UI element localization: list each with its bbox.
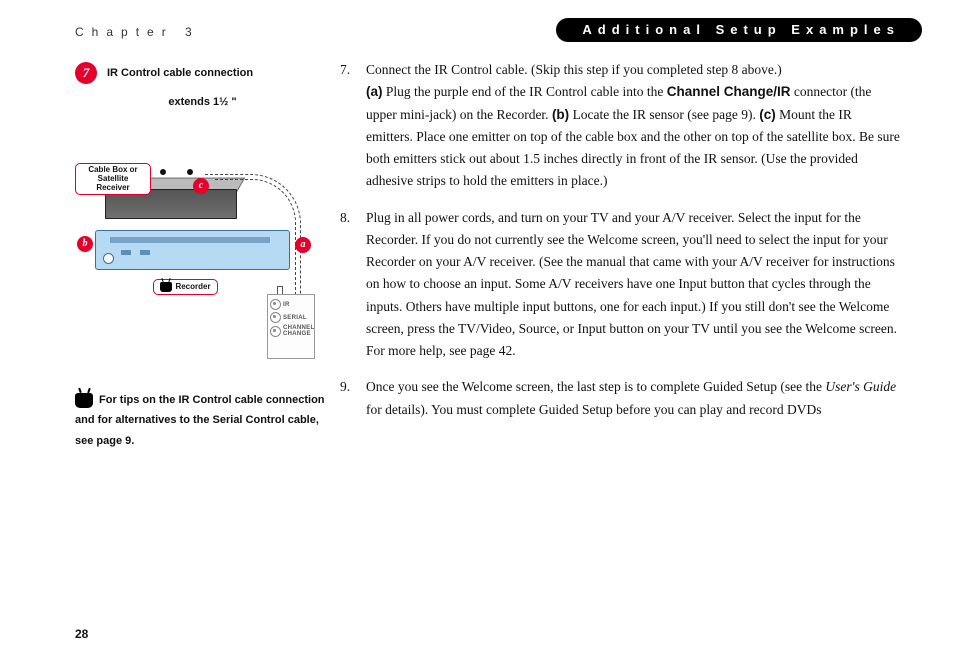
jack-icon — [270, 299, 281, 310]
recorder-button-icon — [121, 250, 131, 255]
wiring-diagram: IR SERIAL CHANNEL CHANGE Cable Box or Sa… — [75, 114, 330, 374]
port-panel: IR SERIAL CHANNEL CHANGE — [267, 294, 315, 359]
step-7: 7. Connect the IR Control cable. (Skip t… — [340, 59, 900, 193]
sub-c-label: (c) — [759, 107, 776, 122]
callout-recorder: Recorder — [153, 279, 218, 295]
step-number: 9. — [340, 376, 350, 398]
marker-b: b — [77, 236, 93, 252]
figure-title-row: 7 IR Control cable connection — [75, 62, 330, 84]
jack-icon — [270, 326, 281, 337]
chapter-label: Chapter 3 — [75, 25, 200, 39]
callout-cable-box: Cable Box or Satellite Receiver — [75, 163, 151, 195]
sidebar-figure: 7 IR Control cable connection extends 1½… — [75, 62, 330, 374]
step-number: 8. — [340, 207, 350, 229]
step-8: 8. Plug in all power cords, and turn on … — [340, 207, 900, 363]
step-7-lead: Connect the IR Control cable. (Skip this… — [366, 62, 782, 77]
tip-text: For tips on the IR Control cable connect… — [75, 394, 325, 447]
port-label-ir: IR — [283, 302, 290, 308]
step-9-pre: Once you see the Welcome screen, the las… — [366, 379, 825, 394]
step-8-text: Plug in all power cords, and turn on you… — [366, 210, 897, 359]
sub-b-label: (b) — [552, 107, 569, 122]
figure-extends-label: extends 1½ " — [75, 96, 330, 108]
ir-emitter-icon — [187, 169, 193, 175]
recorder-button-icon — [140, 250, 150, 255]
step-9-post: for details). You must complete Guided S… — [366, 402, 822, 417]
page-header: Chapter 3 Additional Setup Examples — [75, 22, 922, 48]
connector-name: Channel Change/IR — [667, 84, 791, 99]
jack-icon — [270, 312, 281, 323]
sub-a-pre: Plug the purple end of the IR Control ca… — [383, 84, 667, 99]
port-label-channel-change: CHANNEL CHANGE — [283, 325, 314, 337]
page: Chapter 3 Additional Setup Examples 7 IR… — [0, 0, 954, 663]
sub-a-label: (a) — [366, 84, 383, 99]
ir-emitter-icon — [160, 169, 166, 175]
step-9: 9. Once you see the Welcome screen, the … — [340, 376, 900, 421]
section-banner: Additional Setup Examples — [556, 18, 922, 42]
tivo-icon — [160, 282, 172, 292]
recorder-button-icon — [103, 253, 114, 264]
sidebar-tip: For tips on the IR Control cable connect… — [75, 390, 335, 451]
sub-b-text: Locate the IR sensor (see page 9). — [569, 107, 759, 122]
figure-title: IR Control cable connection — [107, 67, 253, 79]
page-number: 28 — [75, 627, 88, 641]
tivo-icon — [75, 393, 93, 408]
step-number-badge: 7 — [75, 62, 97, 84]
callout-recorder-label: Recorder — [175, 283, 210, 292]
users-guide-ref: User's Guide — [825, 379, 896, 394]
step-number: 7. — [340, 59, 350, 81]
port-label-serial: SERIAL — [283, 315, 307, 321]
marker-a: a — [295, 237, 311, 253]
marker-c: c — [193, 178, 209, 194]
body-text: 7. Connect the IR Control cable. (Skip t… — [340, 59, 900, 435]
